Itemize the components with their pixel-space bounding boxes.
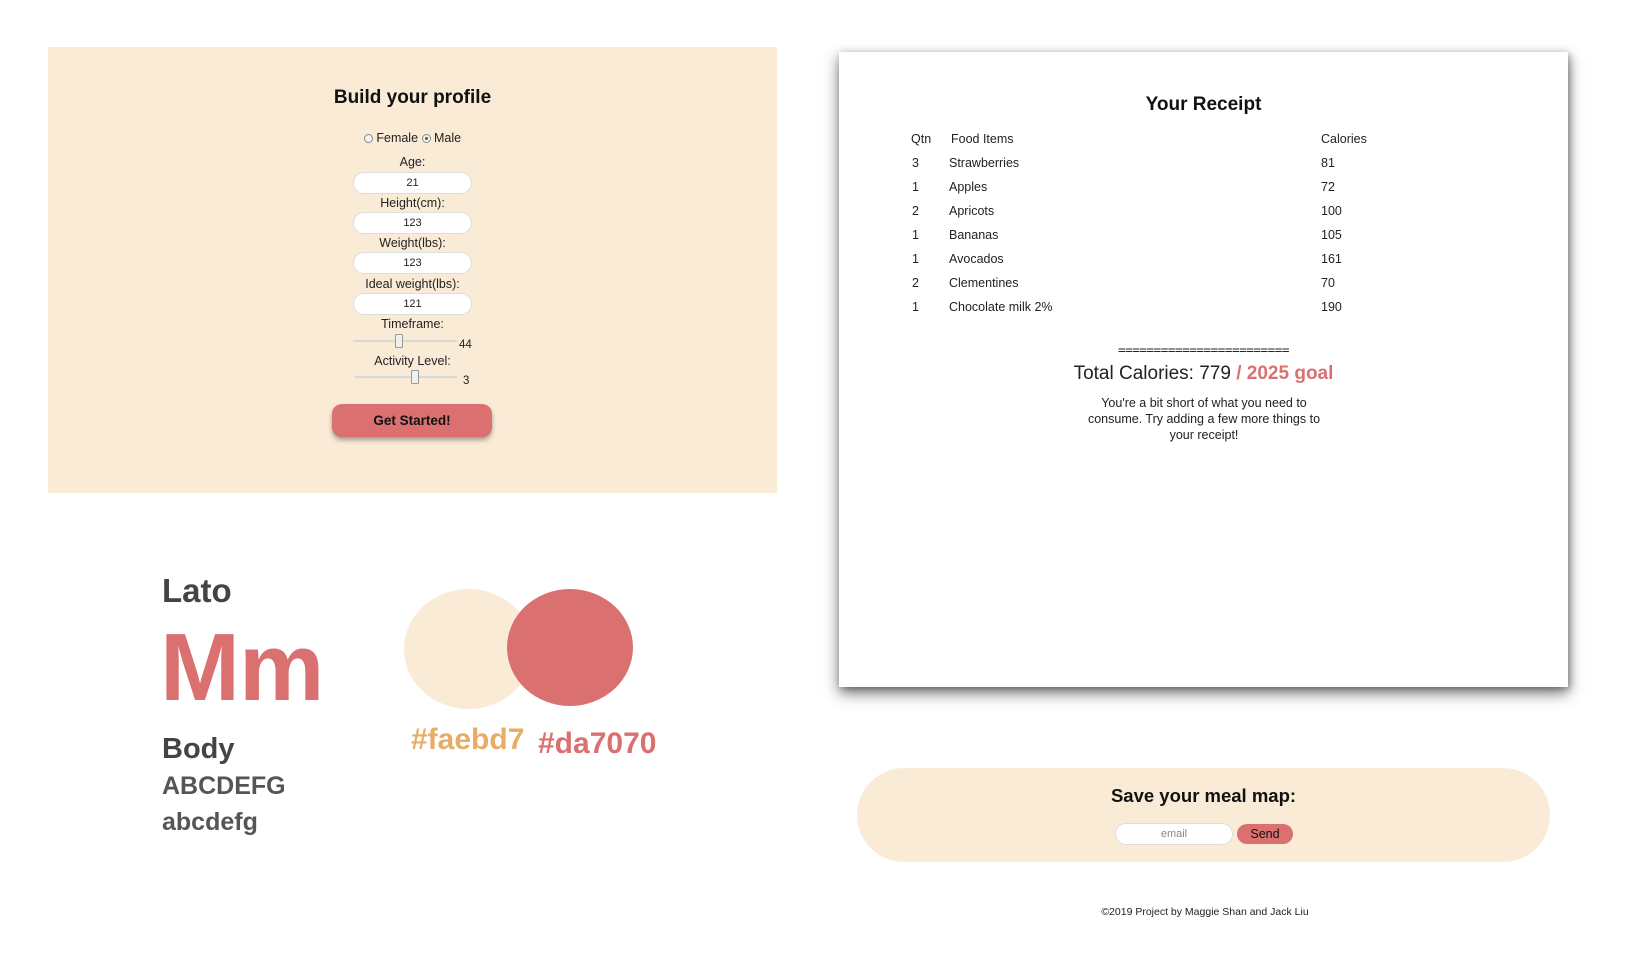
receipt-divider: ======================== xyxy=(1117,342,1289,357)
age-input[interactable]: 21 xyxy=(353,172,472,194)
receipt-message: You're a bit short of what you need to c… xyxy=(1087,396,1321,442)
color-label-cream: #faebd7 xyxy=(411,723,525,756)
profile-title: Build your profile xyxy=(333,87,492,108)
row-calories: 70 xyxy=(1321,276,1335,290)
footer-credits: ©2019 Project by Maggie Shan and Jack Li… xyxy=(1101,906,1309,918)
row-item: Apples xyxy=(949,180,988,194)
total-calories-value: Total Calories: 779 xyxy=(1073,363,1231,384)
row-qty: 1 xyxy=(912,228,919,242)
ideal-weight-label: Ideal weight(lbs): xyxy=(365,277,460,291)
activity-level-value: 3 xyxy=(463,375,470,387)
row-calories: 161 xyxy=(1321,252,1342,266)
total-calories: Total Calories: 779 / 2025 goal xyxy=(839,363,1568,385)
calorie-goal: / 2025 goal xyxy=(1236,363,1334,384)
column-header-qty: Qtn xyxy=(911,132,932,146)
save-title: Save your meal map: xyxy=(1110,785,1297,806)
row-item: Chocolate milk 2% xyxy=(949,300,1053,314)
timeframe-value: 44 xyxy=(459,339,472,351)
slider-track xyxy=(355,376,457,378)
row-item: Bananas xyxy=(949,228,999,242)
row-qty: 2 xyxy=(912,276,919,290)
row-calories: 105 xyxy=(1321,228,1342,242)
row-qty: 2 xyxy=(912,204,919,218)
receipt-card: Your Receipt Qtn Food Items Calories 3 S… xyxy=(839,52,1568,687)
gender-label-male: Male xyxy=(434,131,462,145)
email-input[interactable]: email xyxy=(1115,823,1233,845)
row-calories: 190 xyxy=(1321,300,1342,314)
row-item: Apricots xyxy=(949,204,995,218)
save-panel: Save your meal map: email Send xyxy=(857,768,1550,862)
slider-thumb[interactable] xyxy=(411,370,419,384)
receipt-title: Your Receipt xyxy=(1145,94,1262,115)
ideal-weight-input[interactable]: 121 xyxy=(353,293,472,315)
row-qty: 1 xyxy=(912,300,919,314)
style-guide-body-label: Body xyxy=(162,733,235,765)
style-guide-specimen: Mm xyxy=(160,614,324,721)
height-input[interactable]: 123 xyxy=(353,212,472,234)
row-item: Strawberries xyxy=(949,156,1020,170)
activity-level-slider[interactable] xyxy=(355,370,457,384)
column-header-food: Food Items xyxy=(951,132,1014,146)
row-calories: 72 xyxy=(1321,180,1335,194)
slider-thumb[interactable] xyxy=(395,334,403,348)
style-guide-lowercase: abcdefg xyxy=(162,808,258,836)
gender-label-female: Female xyxy=(376,131,419,145)
row-qty: 1 xyxy=(912,180,919,194)
gender-selector: Female Male xyxy=(48,131,777,145)
row-qty: 3 xyxy=(912,156,919,170)
send-button[interactable]: Send xyxy=(1237,824,1293,844)
row-calories: 100 xyxy=(1321,204,1342,218)
weight-label: Weight(lbs): xyxy=(379,236,446,250)
slider-track xyxy=(353,340,457,342)
row-qty: 1 xyxy=(912,252,919,266)
height-label: Height(cm): xyxy=(380,196,445,210)
row-calories: 81 xyxy=(1321,156,1335,170)
timeframe-label: Timeframe: xyxy=(381,317,444,331)
row-item: Avocados xyxy=(949,252,1004,266)
column-header-calories: Calories xyxy=(1321,132,1367,146)
activity-level-label: Activity Level: xyxy=(374,354,451,368)
row-item: Clementines xyxy=(949,276,1019,290)
age-label: Age: xyxy=(399,155,426,169)
profile-panel: Build your profile Female Male Age: 21 H… xyxy=(48,47,777,493)
style-guide-font-name: Lato xyxy=(162,572,232,609)
gender-radio-male[interactable] xyxy=(421,134,431,143)
style-guide-uppercase: ABCDEFG xyxy=(162,772,286,800)
gender-radio-female[interactable] xyxy=(363,134,373,143)
color-swatch-red xyxy=(507,589,633,706)
timeframe-slider[interactable] xyxy=(353,334,457,348)
weight-input[interactable]: 123 xyxy=(353,252,472,274)
get-started-button[interactable]: Get Started! xyxy=(332,404,492,437)
color-label-red: #da7070 xyxy=(538,727,657,760)
